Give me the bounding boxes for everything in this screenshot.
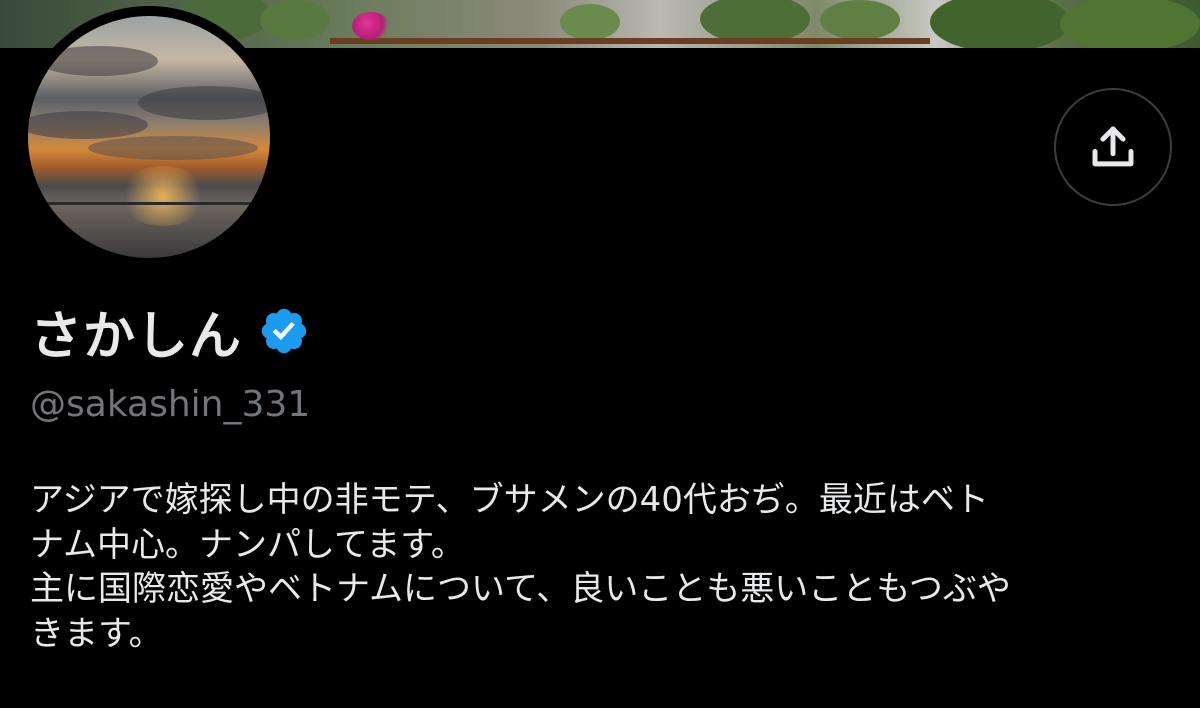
- bio-line: 主に国際恋愛やベトナムについて、良いことも悪いこともつぶや: [30, 569, 1011, 609]
- display-name: さかしん: [30, 306, 243, 367]
- share-button[interactable]: [1054, 88, 1172, 206]
- share-icon: [1092, 126, 1134, 167]
- display-name-row: さかしん: [30, 296, 310, 367]
- banner-flower: [352, 12, 390, 40]
- bio-line: ナム中心。ナンパしてます。: [30, 524, 465, 565]
- bio-line: アジアで嫁探し中の非モテ、ブサメンの40代おぢ。最近はベト: [30, 480, 989, 520]
- profile-handle: @sakashin_331: [30, 384, 311, 425]
- bio-line: きます。: [30, 613, 163, 654]
- verified-badge-icon: [261, 308, 307, 354]
- avatar[interactable]: [28, 16, 270, 258]
- profile-bio: アジアで嫁探し中の非モテ、ブサメンの40代おぢ。最近はベト ナム中心。ナンパして…: [30, 478, 1180, 656]
